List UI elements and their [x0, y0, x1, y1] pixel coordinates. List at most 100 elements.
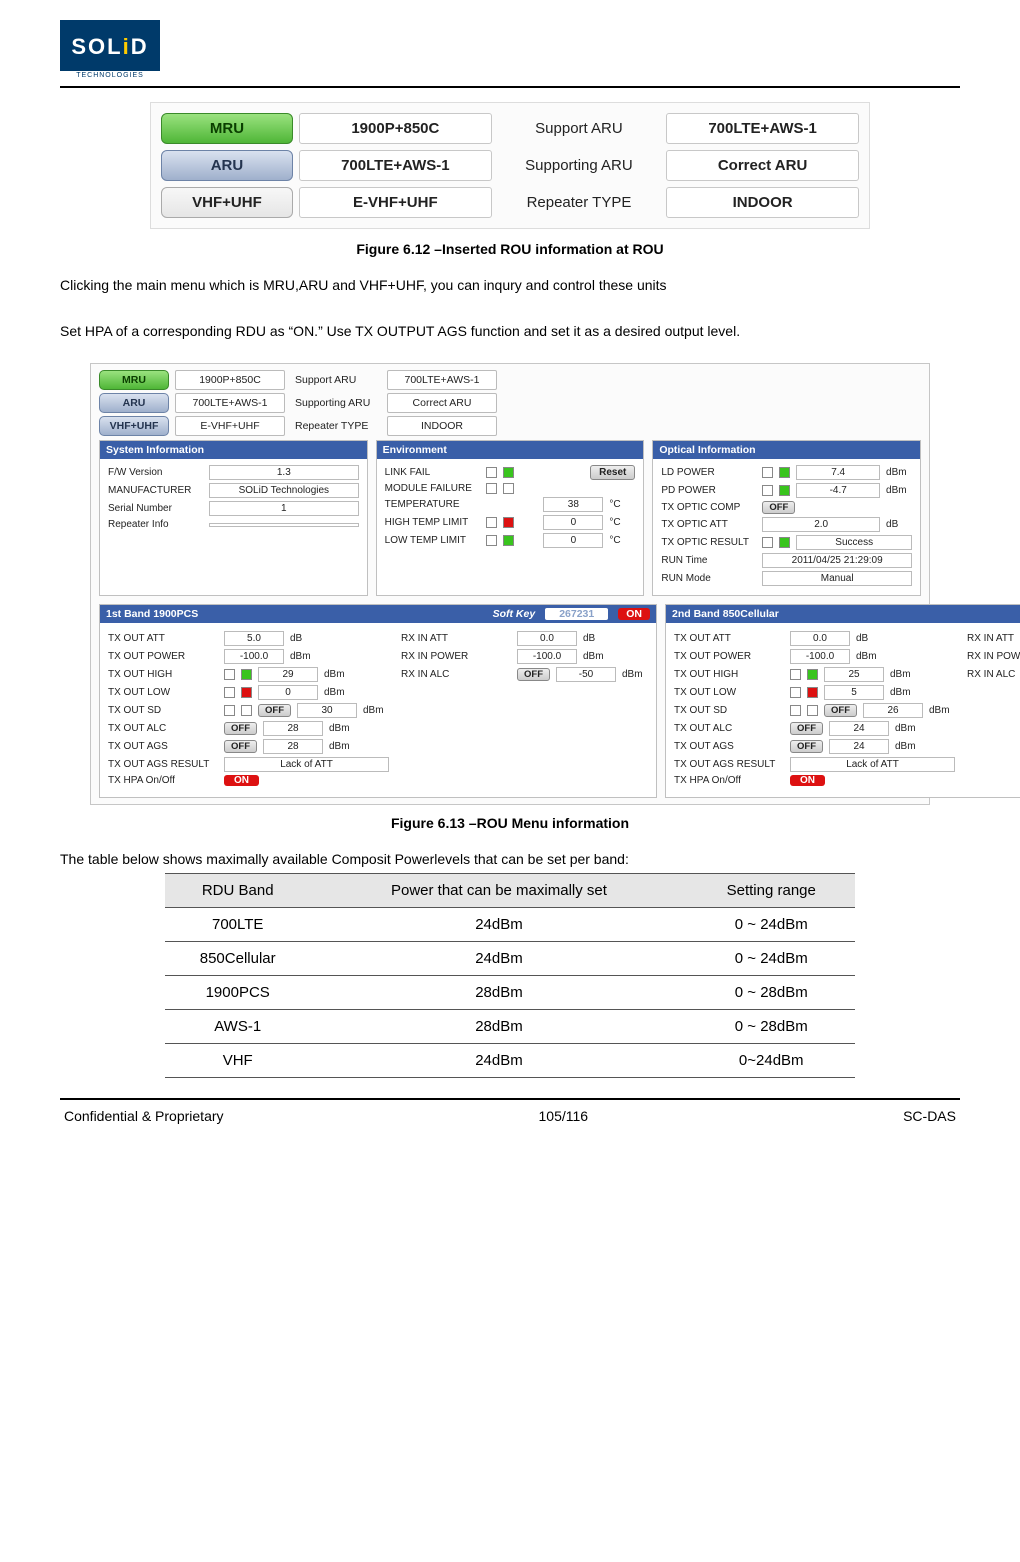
band-unit: dBm: [324, 687, 350, 698]
fig2-header-label: Supporting ARU: [291, 394, 381, 412]
checkbox-icon[interactable]: [762, 485, 773, 496]
power-table-header: Setting range: [688, 874, 856, 908]
band-value[interactable]: 30: [297, 703, 357, 718]
power-table-cell: 0 ~ 28dBm: [688, 976, 856, 1010]
power-table-cell: 850Cellular: [165, 942, 310, 976]
band-value[interactable]: 0.0: [790, 631, 850, 646]
band-param-label: TX HPA On/Off: [674, 775, 784, 786]
band-param-label: TX OUT HIGH: [674, 669, 784, 680]
power-table-row: VHF24dBm0~24dBm: [165, 1044, 855, 1078]
checkbox-icon[interactable]: [224, 705, 235, 716]
fig2-header-value: Correct ARU: [387, 393, 497, 413]
sysinfo-value: 1.3: [209, 465, 359, 480]
band-value[interactable]: 25: [824, 667, 884, 682]
opt-label: TX OPTIC COMP: [661, 502, 756, 513]
on-toggle-button[interactable]: ON: [224, 775, 259, 786]
fig1-tab-button[interactable]: VHF+UHF: [161, 187, 293, 218]
power-table-row: 850Cellular24dBm0 ~ 24dBm: [165, 942, 855, 976]
band-value[interactable]: 5.0: [224, 631, 284, 646]
off-toggle-button[interactable]: OFF: [224, 740, 257, 753]
on-toggle-button[interactable]: ON: [790, 775, 825, 786]
env-value[interactable]: 38: [543, 497, 603, 512]
power-table-cell: 0 ~ 24dBm: [688, 908, 856, 942]
fig1-value: Correct ARU: [666, 150, 859, 181]
band-value[interactable]: 5: [824, 685, 884, 700]
panel-title-env: Environment: [377, 441, 644, 459]
fig2-tab-button[interactable]: VHF+UHF: [99, 416, 169, 436]
checkbox-icon[interactable]: [762, 537, 773, 548]
status-indicator-icon: [779, 537, 790, 548]
fig2-tab-button[interactable]: MRU: [99, 370, 169, 390]
status-indicator-icon: [503, 535, 514, 546]
band-value[interactable]: -50: [556, 667, 616, 682]
opt-label: TX OPTIC RESULT: [661, 537, 756, 548]
checkbox-icon[interactable]: [486, 535, 497, 546]
fig1-tab-button[interactable]: ARU: [161, 150, 293, 181]
band-value[interactable]: -100.0: [790, 649, 850, 664]
band-param-label: RX IN ATT: [401, 633, 511, 644]
power-table-cell: 24dBm: [310, 1044, 687, 1078]
fig1-tab-button[interactable]: MRU: [161, 113, 293, 144]
opt-value: Manual: [762, 571, 912, 586]
band-value[interactable]: 0: [258, 685, 318, 700]
band-unit: dB: [583, 633, 609, 644]
checkbox-icon[interactable]: [224, 687, 235, 698]
fig1-label: Repeater TYPE: [498, 188, 660, 217]
band-value[interactable]: 29: [258, 667, 318, 682]
status-indicator-icon: [241, 669, 252, 680]
band-value[interactable]: 26: [863, 703, 923, 718]
off-toggle-button[interactable]: OFF: [824, 704, 857, 717]
checkbox-icon[interactable]: [486, 483, 497, 494]
band-value[interactable]: 0.0: [517, 631, 577, 646]
footer-center: 105/116: [539, 1108, 589, 1124]
checkbox-icon[interactable]: [762, 467, 773, 478]
checkbox-icon[interactable]: [486, 467, 497, 478]
band-value[interactable]: 24: [829, 721, 889, 736]
band-unit: dB: [856, 633, 882, 644]
sysinfo-label: Serial Number: [108, 503, 203, 514]
off-toggle-button[interactable]: OFF: [517, 668, 550, 681]
band2-title: 2nd Band 850Cellular: [672, 608, 779, 620]
fig2-tab-button[interactable]: ARU: [99, 393, 169, 413]
power-table-cell: 28dBm: [310, 976, 687, 1010]
status-indicator-icon: [807, 705, 818, 716]
band-unit: dBm: [290, 651, 316, 662]
off-toggle-button[interactable]: OFF: [258, 704, 291, 717]
power-table-header: Power that can be maximally set: [310, 874, 687, 908]
band-value[interactable]: 24: [829, 739, 889, 754]
fig1-label: Support ARU: [498, 114, 660, 143]
status-indicator-icon: [503, 517, 514, 528]
band-param-label: RX IN ALC: [401, 669, 511, 680]
band-unit: dBm: [895, 741, 921, 752]
checkbox-icon[interactable]: [486, 517, 497, 528]
fig1-label: Supporting ARU: [498, 151, 660, 180]
off-toggle-button[interactable]: OFF: [790, 722, 823, 735]
fig2-band-panels: 1st Band 1900PCS Soft Key 267231 ON TX O…: [99, 604, 921, 798]
env-unit: °C: [609, 499, 635, 510]
band-value[interactable]: 28: [263, 721, 323, 736]
footer-rule: [60, 1098, 960, 1100]
band-value[interactable]: -100.0: [224, 649, 284, 664]
env-value[interactable]: 0: [543, 533, 603, 548]
off-toggle-button[interactable]: OFF: [762, 501, 795, 514]
off-toggle-button[interactable]: OFF: [790, 740, 823, 753]
band-param-label: TX OUT POWER: [674, 651, 784, 662]
band-value[interactable]: -100.0: [517, 649, 577, 664]
fig1-rou-info-table: MRU1900P+850CSupport ARU700LTE+AWS-1ARU7…: [150, 102, 870, 229]
band-param-label: TX OUT LOW: [108, 687, 218, 698]
band-param-label: TX OUT AGS RESULT: [108, 759, 218, 770]
checkbox-icon[interactable]: [790, 705, 801, 716]
power-table-cell: 28dBm: [310, 1010, 687, 1044]
band-unit: dBm: [890, 687, 916, 698]
band-value[interactable]: 28: [263, 739, 323, 754]
env-value[interactable]: 0: [543, 515, 603, 530]
checkbox-icon[interactable]: [224, 669, 235, 680]
sysinfo-label: Repeater Info: [108, 519, 203, 530]
band-param-label: TX OUT POWER: [108, 651, 218, 662]
band-param-label: RX IN POWER: [967, 651, 1020, 662]
checkbox-icon[interactable]: [790, 669, 801, 680]
off-toggle-button[interactable]: OFF: [224, 722, 257, 735]
checkbox-icon[interactable]: [790, 687, 801, 698]
reset-button[interactable]: Reset: [590, 465, 635, 480]
band-unit: dBm: [583, 651, 609, 662]
